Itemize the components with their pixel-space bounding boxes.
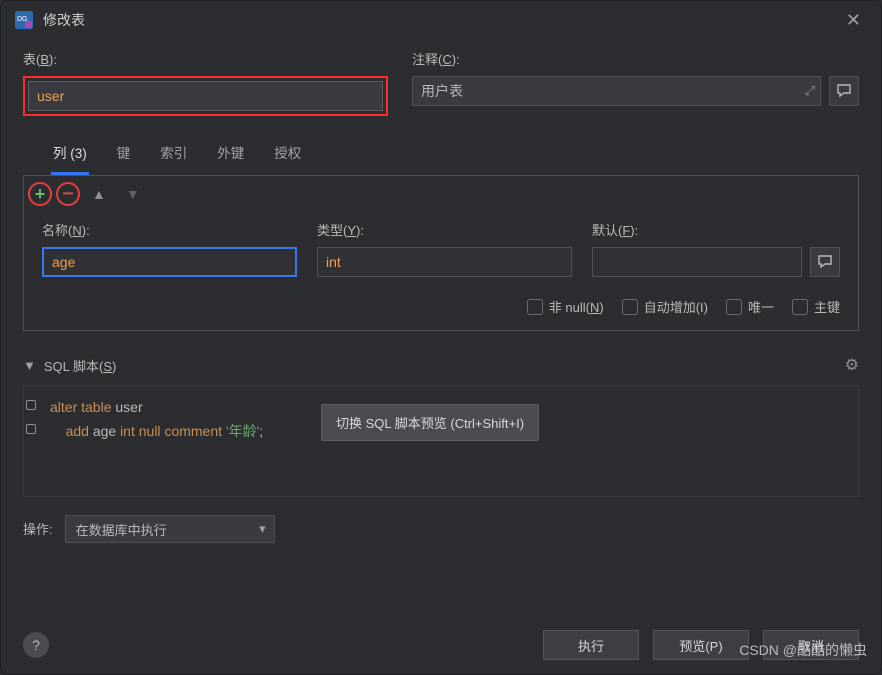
columns-toolbar: + − ▲ ▼ xyxy=(24,176,858,212)
ops-label: 操作: xyxy=(23,519,53,538)
remove-column-icon[interactable]: − xyxy=(62,184,74,204)
tab-bar: 列 (3) 键 索引 外键 授权 xyxy=(23,136,859,175)
tab-foreign-keys[interactable]: 外键 xyxy=(215,136,246,175)
unique-check[interactable]: 唯一 xyxy=(726,297,774,316)
editor-gutter xyxy=(26,394,40,496)
execute-button[interactable]: 执行 xyxy=(543,630,639,660)
tab-indexes[interactable]: 索引 xyxy=(158,136,189,175)
sql-editor[interactable]: alter table user add age int null commen… xyxy=(23,385,859,497)
col-name-label: 名称(N): xyxy=(42,220,297,239)
move-up-icon[interactable]: ▲ xyxy=(84,186,114,202)
expand-icon[interactable]: ⤢ xyxy=(805,83,815,99)
comment-label: 注释(C): xyxy=(412,49,859,68)
tab-grants[interactable]: 授权 xyxy=(272,136,303,175)
tab-columns[interactable]: 列 (3) xyxy=(51,136,89,175)
move-down-icon: ▼ xyxy=(118,186,148,202)
table-label: 表(B): xyxy=(23,49,388,68)
window-title: 修改表 xyxy=(43,10,85,30)
tooltip: 切换 SQL 脚本预览 (Ctrl+Shift+I) xyxy=(321,404,539,441)
pk-check[interactable]: 主键 xyxy=(792,297,840,316)
col-default-input[interactable] xyxy=(592,247,802,277)
comment-edit-button[interactable] xyxy=(829,76,859,106)
collapse-icon[interactable]: ▼ xyxy=(23,358,36,373)
add-column-icon[interactable]: + xyxy=(35,185,46,203)
add-column-highlight: + xyxy=(28,182,52,206)
notnull-check[interactable]: 非 null(N) xyxy=(527,297,604,316)
close-icon[interactable]: ✕ xyxy=(840,6,867,35)
tab-keys[interactable]: 键 xyxy=(115,136,133,175)
preview-button[interactable]: 预览(P) xyxy=(653,630,749,660)
remove-column-highlight: − xyxy=(56,182,80,206)
title-bar: DG 修改表 ✕ xyxy=(1,1,881,39)
table-name-input[interactable] xyxy=(28,81,383,111)
col-default-label: 默认(F): xyxy=(592,220,840,239)
col-name-input[interactable] xyxy=(42,247,297,277)
col-type-input[interactable] xyxy=(317,247,572,277)
chevron-down-icon: ▾ xyxy=(259,521,266,537)
cancel-button[interactable]: 取消 xyxy=(763,630,859,660)
help-button[interactable]: ? xyxy=(23,632,49,658)
col-comment-button[interactable] xyxy=(810,247,840,277)
table-name-highlight xyxy=(23,76,388,116)
gear-icon[interactable]: ⚙ xyxy=(845,355,859,375)
comment-input[interactable] xyxy=(412,76,821,106)
sql-section-header[interactable]: ▼ SQL 脚本(S) ⚙ xyxy=(23,351,859,379)
columns-panel: + − ▲ ▼ 名称(N): 类型(Y): 默认(F): xyxy=(23,175,859,331)
ops-select[interactable]: 在数据库中执行▾ xyxy=(65,515,275,543)
col-type-label: 类型(Y): xyxy=(317,220,572,239)
autoinc-check[interactable]: 自动增加(I) xyxy=(622,297,708,316)
app-icon: DG xyxy=(15,11,33,29)
